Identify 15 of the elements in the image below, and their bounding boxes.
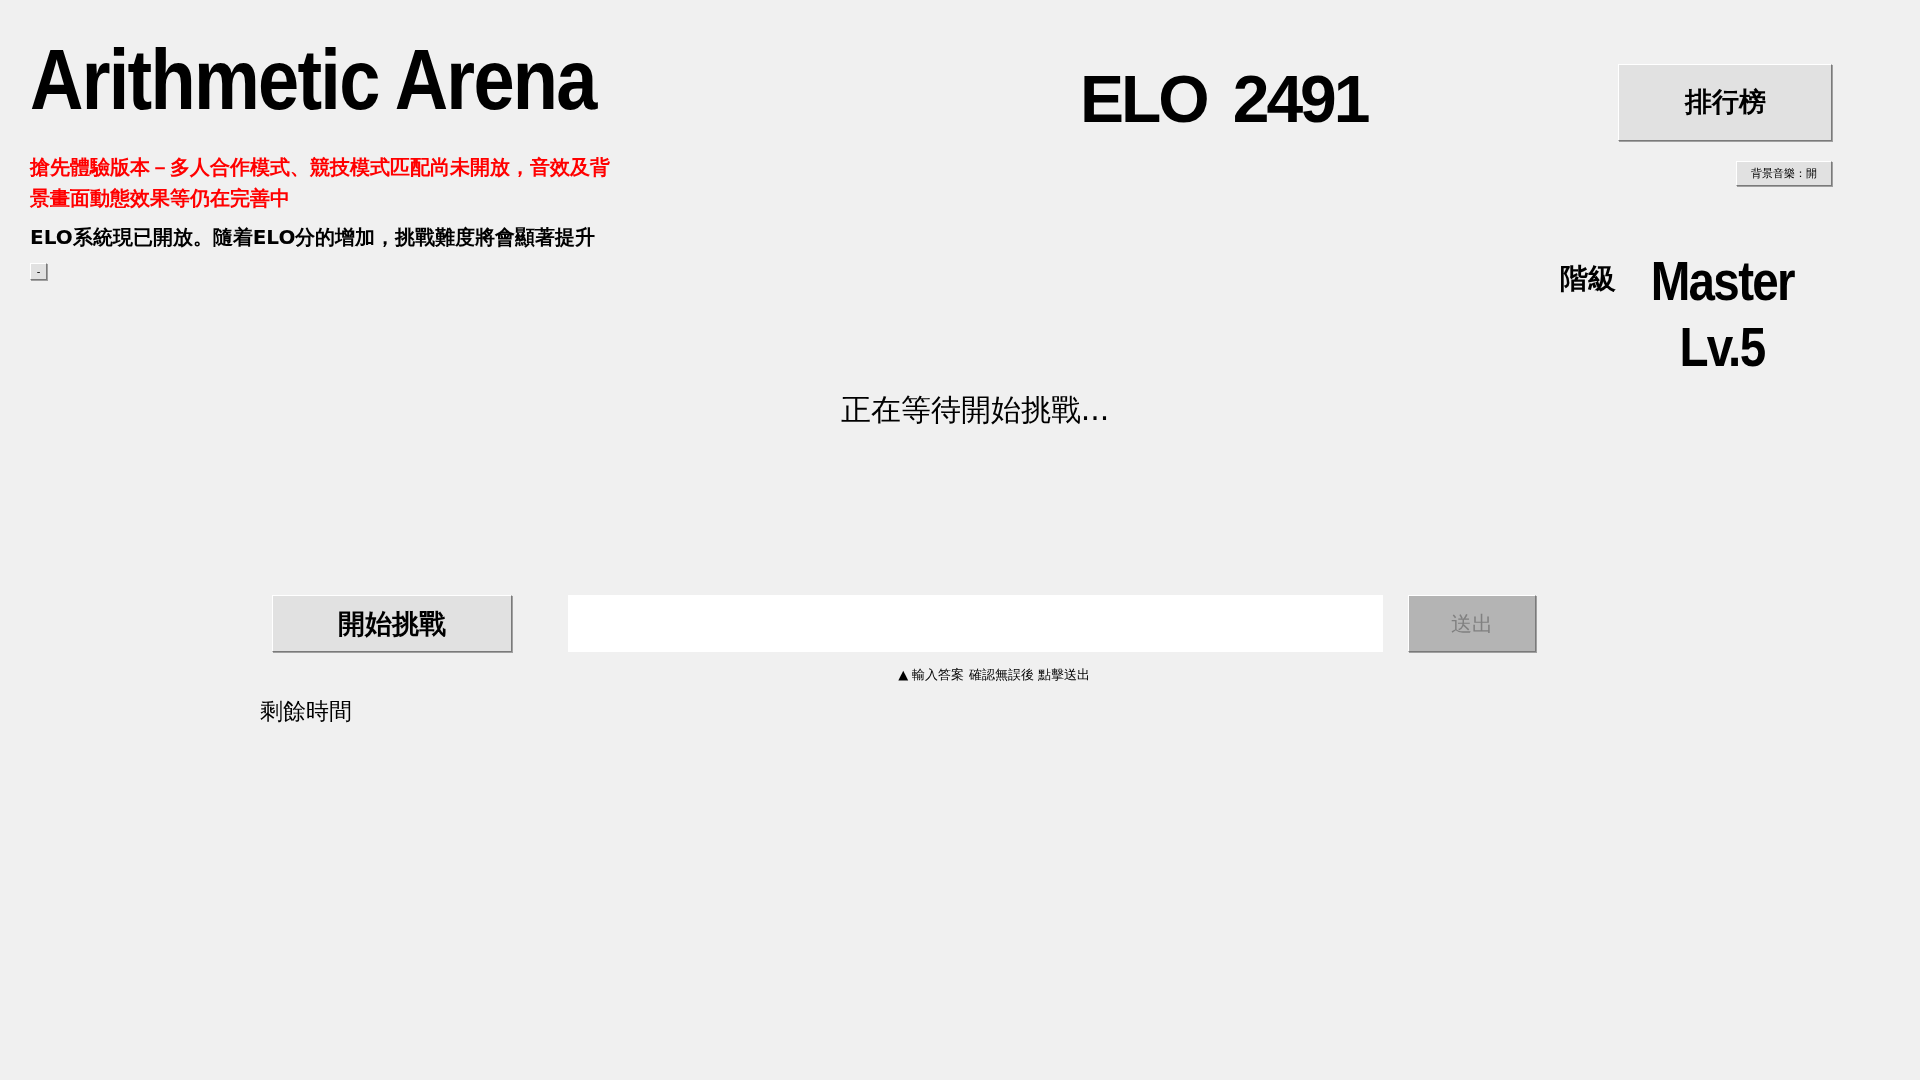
- elo-label: ELO: [1080, 66, 1207, 132]
- rank-level-text: Lv.5: [1679, 314, 1765, 380]
- timer-label: 剩餘時間: [260, 697, 352, 726]
- start-button[interactable]: 開始挑戰: [272, 595, 512, 652]
- app-title: Arithmetic Arena: [30, 36, 596, 122]
- warning-notice: 搶先體驗版本－多人合作模式、競技模式匹配尚未開放，音效及背景畫面動態效果等仍在完善中: [30, 154, 611, 212]
- info-notice: ELO系統現已開放。隨着ELO分的增加，挑戰難度將會顯著提升: [30, 224, 596, 251]
- leaderboard-button[interactable]: 排行榜: [1618, 64, 1832, 141]
- rank-label: 階級: [1560, 261, 1616, 297]
- collapse-button[interactable]: -: [30, 263, 47, 280]
- music-toggle-button[interactable]: 背景音樂：開: [1736, 160, 1832, 186]
- status-message: 正在等待開始挑戰...: [840, 392, 1110, 427]
- hint-text: ▲ 輸入答案 確認無誤後 點擊送出: [898, 666, 1090, 684]
- rank-name-text: Master: [1650, 248, 1794, 314]
- elo-score: 2491: [1232, 66, 1368, 132]
